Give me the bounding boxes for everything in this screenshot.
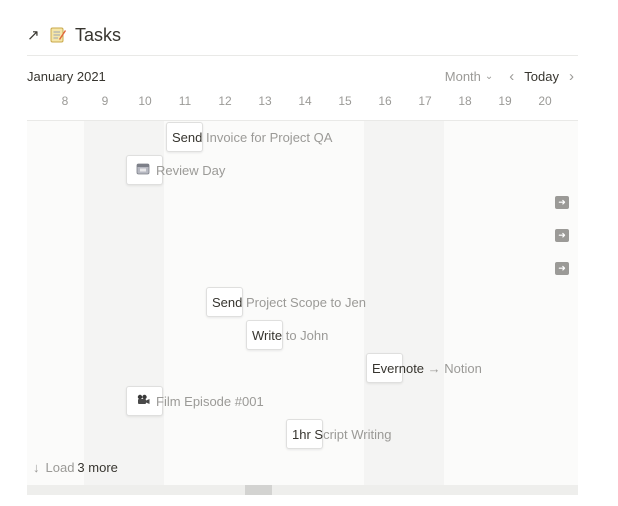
month-label: January 2021	[27, 68, 106, 84]
page-title[interactable]: Tasks	[75, 25, 121, 46]
arrow-right-icon[interactable]: ➜	[555, 262, 569, 275]
task-title-rest: Film Episode #001	[156, 393, 264, 409]
task-item[interactable]: Send Project Scope to Jen	[206, 287, 366, 317]
task-title-start: Send	[212, 294, 243, 310]
today-button[interactable]: Today	[524, 69, 559, 84]
day-number: 9	[101, 94, 109, 108]
task-title-start: Send	[172, 129, 203, 145]
task-title-start: Evernote	[372, 360, 425, 376]
day-number: 17	[418, 94, 432, 108]
calendar-toolbar: January 2021 Month ⌄ ‹ Today ›	[27, 64, 578, 88]
day-header-row: 8 9 10 11 12 13 14 15 16 17 18 19 20	[27, 94, 578, 112]
task-title-rest: cript Writing	[323, 426, 392, 442]
timeline-grid[interactable]: Send Invoice for Project QA Review Day ➜…	[27, 121, 578, 485]
chevron-right-icon[interactable]: ›	[565, 69, 578, 84]
task-item[interactable]: Evernote → Notion	[366, 353, 482, 383]
day-number: 14	[298, 94, 312, 108]
day-number: 12	[218, 94, 232, 108]
view-select[interactable]: Month ⌄	[445, 69, 494, 84]
memo-icon	[49, 26, 67, 44]
task-title-start: Write	[252, 327, 283, 343]
task-item[interactable]: 1hr Script Writing	[286, 419, 391, 449]
task-item[interactable]: Film Episode #001	[126, 386, 264, 416]
calendar-icon	[126, 162, 150, 178]
task-item[interactable]: Review Day	[126, 155, 225, 185]
day-number: 18	[458, 94, 472, 108]
day-number: 10	[138, 94, 152, 108]
calendar-view: ↗ Tasks January 2021 Month ⌄ ‹ Today › 8…	[0, 0, 618, 506]
day-number: 16	[378, 94, 392, 108]
task-item[interactable]: Send Invoice for Project QA	[166, 122, 332, 152]
task-title-rest: Review Day	[156, 162, 226, 178]
calendar-controls: Month ⌄ ‹ Today ›	[445, 69, 578, 84]
arrow-up-left-icon[interactable]: ↗	[27, 28, 49, 43]
arrow-right-icon[interactable]: ➜	[555, 196, 569, 209]
chevron-left-icon[interactable]: ‹	[505, 69, 518, 84]
header-divider	[27, 55, 578, 56]
day-number: 20	[538, 94, 552, 108]
arrow-down-icon: ↓	[33, 460, 40, 475]
load-more-count: 3 more	[77, 460, 118, 475]
day-number: 13	[258, 94, 272, 108]
day-number: 19	[498, 94, 512, 108]
day-number: 11	[178, 94, 192, 108]
task-title-rest: Invoice for Project QA	[202, 129, 333, 145]
movie-camera-icon	[126, 394, 150, 409]
chevron-down-icon: ⌄	[484, 70, 494, 82]
scrollbar-thumb[interactable]	[245, 485, 272, 495]
horizontal-scrollbar[interactable]	[27, 485, 578, 495]
day-number: 15	[338, 94, 352, 108]
task-item[interactable]: Write to John	[246, 320, 328, 350]
task-title-start: 1hr S	[292, 426, 324, 442]
view-select-label: Month	[444, 68, 481, 84]
task-title-rest: to John	[282, 327, 329, 343]
task-title-rest: Project Scope to Jen	[242, 294, 366, 310]
day-number: 8	[61, 94, 69, 108]
load-more-label: Load	[45, 460, 75, 475]
database-header: ↗ Tasks	[27, 20, 121, 50]
task-title-rest: → Notion	[424, 360, 482, 376]
arrow-right-icon[interactable]: ➜	[555, 229, 569, 242]
load-more-button[interactable]: ↓ Load 3 more	[33, 460, 118, 475]
